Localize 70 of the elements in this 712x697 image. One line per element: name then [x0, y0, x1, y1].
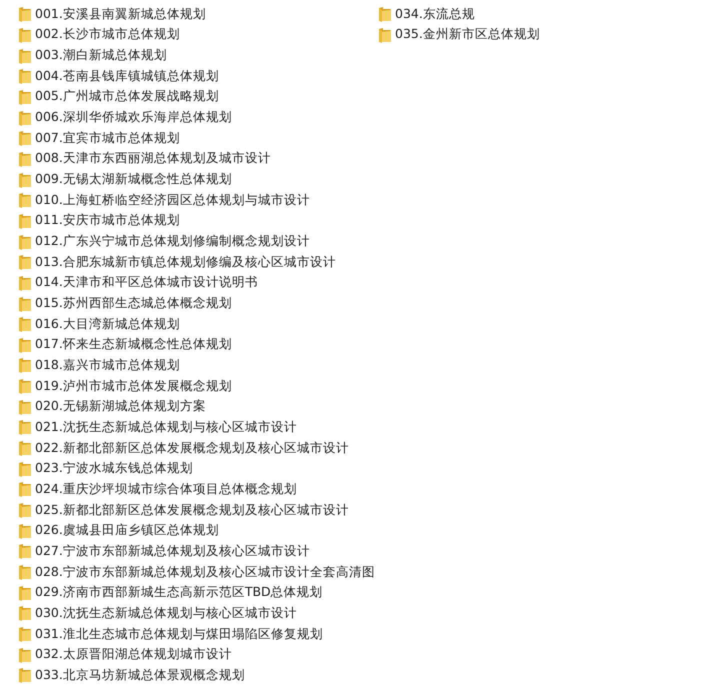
folder-name[interactable]: 030.沈抚生态新城总体规划与核心区城市设计 — [35, 604, 297, 622]
folder-name[interactable]: 024.重庆沙坪坝城市综合体项目总体概念规划 — [35, 480, 297, 498]
folder-icon — [18, 296, 32, 312]
folder-name[interactable]: 006.深圳华侨城欢乐海岸总体规划 — [35, 109, 232, 126]
folder-icon — [18, 316, 32, 332]
folder-icon — [18, 192, 32, 208]
folder-icon — [18, 274, 32, 291]
folder-name[interactable]: 008.天津市东西丽湖总体规划及城市设计 — [35, 150, 271, 168]
folder-icon — [18, 564, 32, 580]
folder-name[interactable]: 009.无锡太湖新城概念性总体规划 — [35, 171, 232, 188]
folder-name[interactable]: 011.安庆市城市总体规划 — [35, 212, 180, 230]
folder-icon — [18, 522, 32, 539]
folder-icon — [18, 667, 32, 684]
folder-name[interactable]: 026.虞城县田庙乡镇区总体规划 — [35, 522, 219, 540]
folder-icon — [18, 212, 32, 229]
folder-name[interactable]: 014.天津市和平区总体城市设计说明书 — [35, 274, 258, 292]
folder-name[interactable]: 003.潮白新城总体规划 — [35, 47, 167, 64]
folder-icon — [18, 378, 32, 394]
folder-icon — [18, 254, 32, 270]
folder-icon — [18, 440, 32, 456]
folder-icon — [18, 584, 32, 601]
folder-icon — [18, 357, 32, 374]
folder-icon — [18, 626, 32, 642]
folder-name[interactable]: 015.苏州西部生态城总体概念规划 — [35, 295, 232, 312]
folder-name[interactable]: 028.宁波市东部新城总体规划及核心区城市设计全套高清图 — [35, 564, 375, 581]
folder-name[interactable]: 004.苍南县钱库镇城镇总体规划 — [35, 68, 219, 85]
folder-icon — [18, 336, 32, 353]
folder-icon — [18, 502, 32, 518]
folder-name[interactable]: 005.广州城市总体发展战略规划 — [35, 88, 219, 106]
folder-icon — [18, 646, 32, 663]
folder-name[interactable]: 019.泸州市城市总体发展概念规划 — [35, 378, 232, 395]
folder-name[interactable]: 010.上海虹桥临空经济园区总体规划与城市设计 — [35, 192, 310, 209]
folder-icon — [18, 172, 32, 188]
folder-icon — [18, 419, 32, 436]
folder-name[interactable]: 022.新都北部新区总体发展概念规划及核心区城市设计 — [35, 440, 349, 457]
folder-icon — [18, 26, 32, 43]
folder-name[interactable]: 025.新都北部新区总体发展概念规划及核心区城市设计 — [35, 502, 349, 519]
folder-icon — [18, 6, 32, 22]
folder-name[interactable]: 033.北京马坊新城总体景观概念规划 — [35, 666, 245, 684]
folder-icon — [18, 130, 32, 146]
folder-icon — [378, 6, 392, 22]
folder-name[interactable]: 017.怀来生态新城概念性总体规划 — [35, 336, 232, 354]
folder-icon — [18, 605, 32, 622]
folder-icon — [18, 48, 32, 64]
folder-name[interactable]: 032.太原晋阳湖总体规划城市设计 — [35, 646, 232, 664]
folder-icon — [18, 543, 32, 560]
folder-name[interactable]: 027.宁波市东部新城总体规划及核心区城市设计 — [35, 542, 310, 560]
folder-name[interactable]: 012.广东兴宁城市总体规划修编制概念规划设计 — [35, 233, 310, 250]
folder-name[interactable]: 018.嘉兴市城市总体规划 — [35, 356, 180, 374]
folder-icon — [18, 110, 32, 126]
folder-icon — [18, 150, 32, 167]
folder-icon — [378, 26, 392, 43]
folder-name[interactable]: 013.合肥东城新市镇总体规划修编及核心区城市设计 — [35, 254, 336, 271]
folder-name[interactable]: 021.沈抚生态新城总体规划与核心区城市设计 — [35, 418, 297, 436]
folder-name[interactable]: 007.宜宾市城市总体规划 — [35, 130, 180, 147]
folder-name[interactable]: 001.安溪县南翼新城总体规划 — [35, 6, 206, 23]
folder-name[interactable]: 034.东流总规 — [395, 6, 475, 23]
folder-name[interactable]: 016.大目湾新城总体规划 — [35, 316, 180, 333]
folder-icon — [18, 460, 32, 477]
folder-name[interactable]: 002.长沙市城市总体规划 — [35, 26, 180, 44]
folder-icon — [18, 234, 32, 250]
folder-name[interactable]: 031.淮北生态城市总体规划与煤田塌陷区修复规划 — [35, 626, 323, 643]
folder-name[interactable]: 029.济南市西部新城生态高新示范区TBD总体规划 — [35, 584, 323, 602]
folder-name[interactable]: 035.金州新市区总体规划 — [395, 26, 540, 44]
folder-icon — [18, 68, 32, 84]
folder-icon — [18, 88, 32, 105]
folder-name[interactable]: 020.无锡新湖城总体规划方案 — [35, 398, 206, 416]
folder-icon — [18, 398, 32, 415]
folder-icon — [18, 481, 32, 498]
folder-name[interactable]: 023.宁波水城东钱总体规划 — [35, 460, 193, 478]
